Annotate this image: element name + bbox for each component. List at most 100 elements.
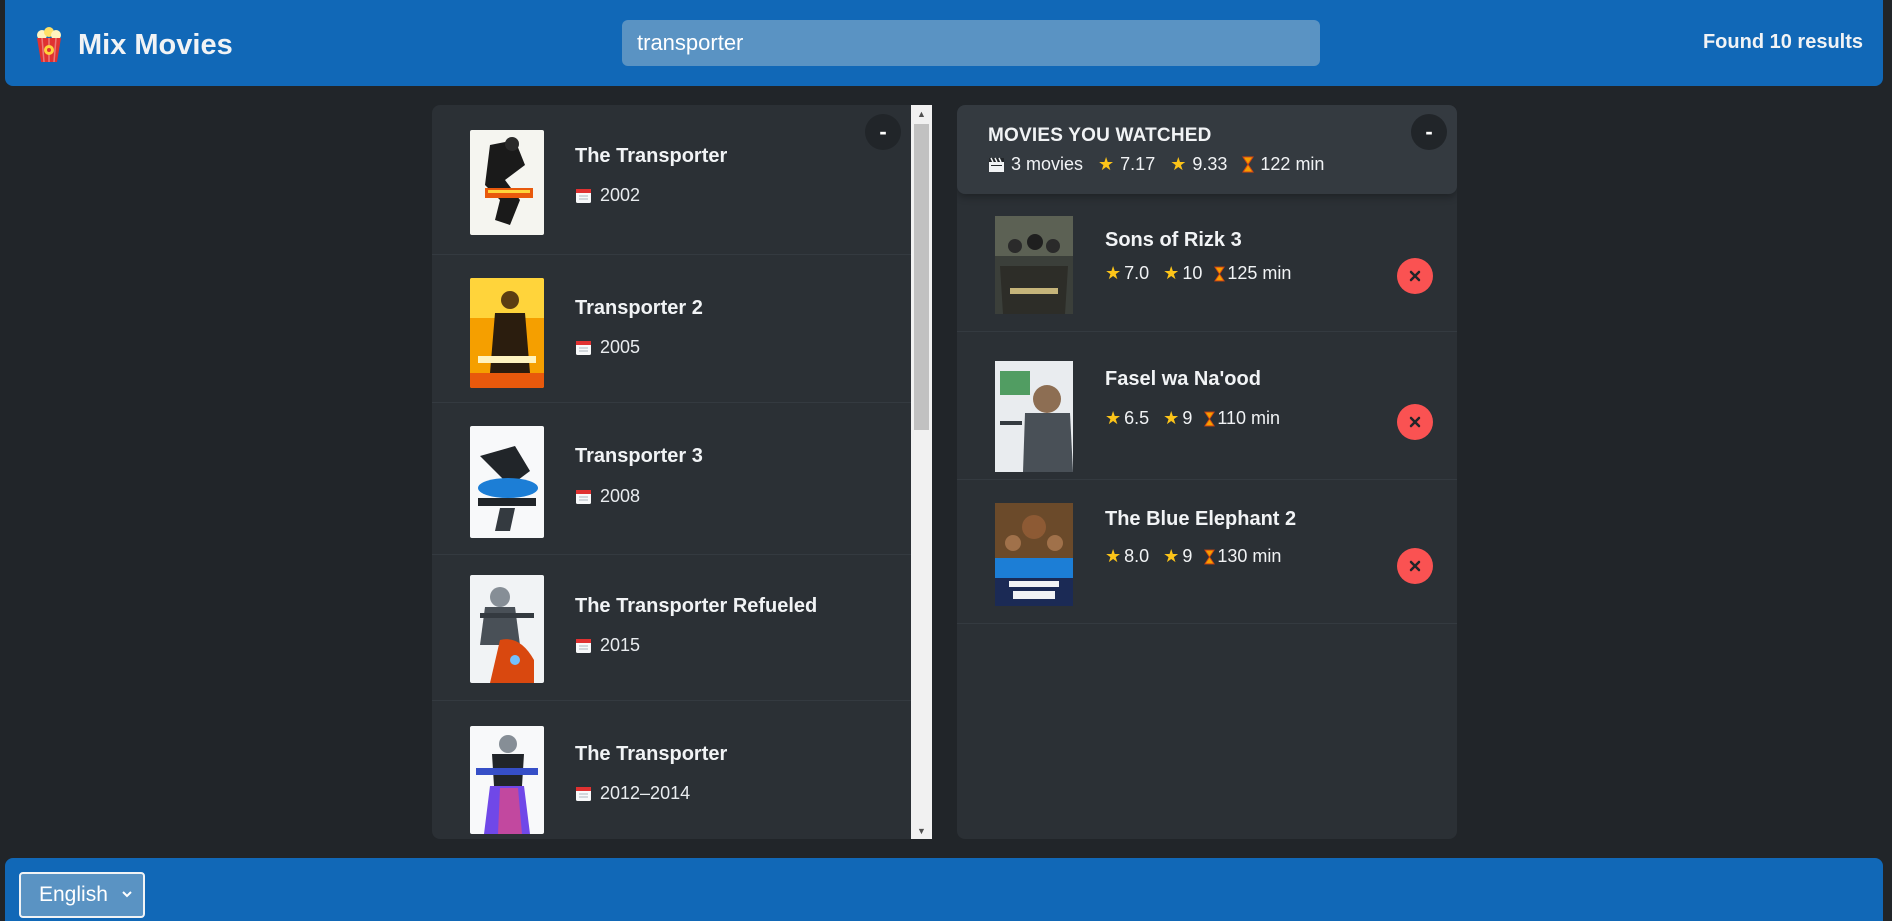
movie-title: Fasel wa Na'ood	[1105, 368, 1261, 390]
scroll-up-arrow-icon[interactable]: ▲	[911, 105, 932, 122]
user-rating-text: 10	[1182, 263, 1203, 283]
app-logo: Mix Movies	[30, 26, 233, 64]
movie-stats: ★ 7.0 ★ 10 125 min	[1105, 263, 1305, 284]
watched-item: Fasel wa Na'ood ★ 6.5 ★ 9 110 min	[957, 332, 1457, 480]
results-scrollbar[interactable]: ▲ ▼	[911, 105, 932, 839]
runtime: 130 min	[1204, 546, 1281, 567]
movie-count: 3 movies	[988, 154, 1083, 175]
movie-title: Sons of Rizk 3	[1105, 229, 1242, 251]
movie-count-text: 3 movies	[1011, 154, 1084, 174]
movie-stats: ★ 8.0 ★ 9 130 min	[1105, 546, 1295, 567]
avg-runtime-text: 122 min	[1260, 154, 1325, 174]
star-icon: ★	[1098, 154, 1115, 174]
movie-year-text: 2005	[600, 337, 641, 357]
list-item[interactable]: Transporter 2 2005	[432, 255, 912, 403]
movie-year-text: 2008	[600, 486, 641, 506]
delete-watched-button[interactable]	[1397, 258, 1433, 294]
movie-year: 2015	[575, 635, 640, 656]
star-icon: ★	[1170, 154, 1187, 174]
movie-title: The Transporter	[575, 145, 728, 167]
user-rating: ★ 9	[1163, 546, 1192, 567]
movie-poster	[995, 503, 1073, 606]
app-title: Mix Movies	[78, 28, 233, 61]
search-results-list: The Transporter 2002 Transporter 2 2005	[432, 105, 912, 839]
movie-year: 2002	[575, 185, 640, 206]
runtime: 125 min	[1214, 263, 1291, 284]
movie-year-text: 2012–2014	[600, 783, 691, 803]
toggle-results-button[interactable]: -	[865, 114, 901, 150]
avg-user-rating-text: 9.33	[1192, 154, 1228, 174]
movie-year-text: 2002	[600, 185, 641, 205]
movie-poster	[470, 726, 544, 834]
delete-watched-button[interactable]	[1397, 404, 1433, 440]
movie-poster	[470, 426, 544, 538]
list-item[interactable]: The Transporter Refueled 2015	[432, 555, 912, 701]
hourglass-icon	[1204, 411, 1216, 426]
watched-heading: MOVIES YOU WATCHED	[988, 125, 1212, 146]
calendar-icon	[576, 639, 591, 653]
movie-title: The Transporter Refueled	[575, 595, 818, 617]
calendar-icon	[576, 341, 591, 355]
movie-title: The Transporter	[575, 743, 728, 765]
imdb-rating-text: 8.0	[1124, 546, 1150, 566]
runtime-text: 130 min	[1217, 546, 1282, 566]
movie-poster	[470, 278, 544, 388]
search-input[interactable]	[622, 20, 1320, 66]
movie-year: 2012–2014	[575, 783, 690, 804]
close-icon	[1409, 270, 1421, 282]
scroll-thumb[interactable]	[914, 124, 929, 430]
movie-poster	[470, 575, 544, 683]
user-rating: ★ 10	[1163, 263, 1202, 284]
movie-title: Transporter 2	[575, 297, 703, 319]
avg-imdb-rating: ★ 7.17	[1098, 154, 1155, 175]
runtime-text: 110 min	[1217, 408, 1281, 428]
imdb-rating-text: 7.0	[1124, 263, 1150, 283]
star-icon: ★	[1163, 546, 1180, 566]
movie-title: Transporter 3	[575, 445, 703, 467]
calendar-icon	[576, 787, 591, 801]
watched-panel: MOVIES YOU WATCHED 3 movies ★ 7.17 ★ 9.3…	[957, 105, 1457, 839]
imdb-rating: ★ 8.0	[1105, 546, 1149, 567]
hourglass-icon	[1214, 266, 1226, 281]
star-icon: ★	[1163, 263, 1180, 283]
movie-poster	[995, 216, 1073, 314]
avg-runtime: 122 min	[1242, 154, 1324, 175]
movie-title: The Blue Elephant 2	[1105, 508, 1297, 530]
hourglass-icon	[1242, 156, 1255, 173]
scroll-down-arrow-icon[interactable]: ▼	[911, 822, 932, 839]
summary-stats: 3 movies ★ 7.17 ★ 9.33 122 min	[988, 154, 1339, 175]
list-item[interactable]: The Transporter 2002	[432, 105, 912, 255]
star-icon: ★	[1105, 263, 1122, 283]
close-icon	[1409, 416, 1421, 428]
user-rating-text: 9	[1182, 546, 1193, 566]
search-results-panel: The Transporter 2002 Transporter 2 2005	[432, 105, 932, 839]
imdb-rating: ★ 6.5	[1105, 408, 1149, 429]
close-icon	[1409, 560, 1421, 572]
star-icon: ★	[1163, 408, 1180, 428]
movie-poster	[995, 361, 1073, 472]
hourglass-icon	[1204, 549, 1216, 564]
delete-watched-button[interactable]	[1397, 548, 1433, 584]
watched-item: Sons of Rizk 3 ★ 7.0 ★ 10 125 min	[957, 201, 1457, 332]
popcorn-icon	[37, 27, 61, 63]
watched-item: The Blue Elephant 2 ★ 8.0 ★ 9 130 min	[957, 480, 1457, 624]
results-count: Found 10 results	[1702, 31, 1863, 53]
calendar-icon	[576, 490, 591, 504]
language-select[interactable]: English	[19, 872, 145, 918]
movie-year: 2008	[575, 486, 640, 507]
avg-user-rating: ★ 9.33	[1170, 154, 1227, 175]
list-item[interactable]: Transporter 3 2008	[432, 403, 912, 555]
user-rating-text: 9	[1182, 408, 1193, 428]
movie-stats: ★ 6.5 ★ 9 110 min	[1105, 408, 1294, 429]
chevron-down-icon	[122, 891, 132, 898]
star-icon: ★	[1105, 546, 1122, 566]
clapperboard-icon	[989, 157, 1004, 172]
toggle-watched-button[interactable]: -	[1411, 114, 1447, 150]
watched-summary: MOVIES YOU WATCHED 3 movies ★ 7.17 ★ 9.3…	[957, 105, 1457, 194]
runtime: 110 min	[1204, 408, 1280, 429]
runtime-text: 125 min	[1227, 263, 1292, 283]
user-rating: ★ 9	[1163, 408, 1192, 429]
star-icon: ★	[1105, 408, 1122, 428]
list-item[interactable]: The Transporter 2012–2014	[432, 701, 912, 839]
app-header: Mix Movies Found 10 results	[5, 0, 1883, 86]
